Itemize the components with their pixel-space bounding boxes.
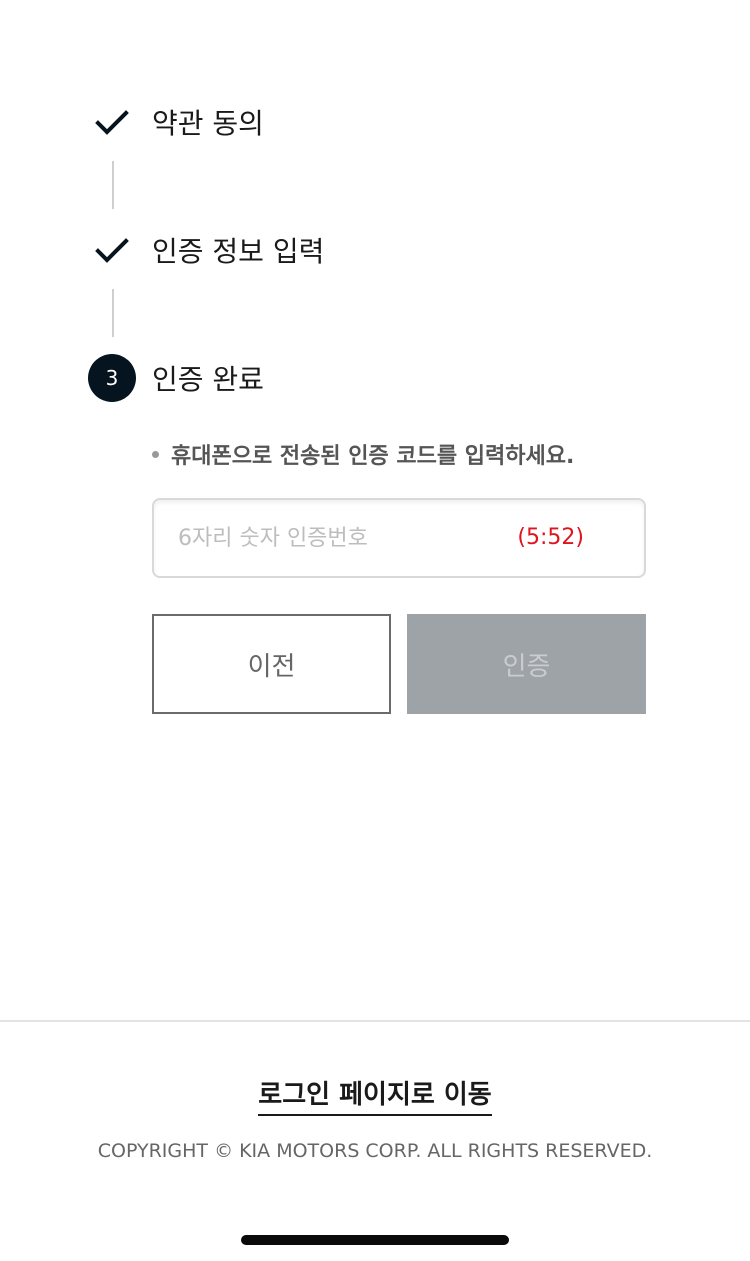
step-label: 약관 동의 bbox=[152, 107, 264, 140]
step-connector bbox=[112, 289, 114, 337]
prev-button[interactable]: 이전 bbox=[152, 614, 391, 714]
home-indicator[interactable] bbox=[241, 1235, 509, 1245]
check-icon bbox=[88, 226, 136, 274]
verification-code-field: (5:52) bbox=[152, 498, 646, 578]
verify-button[interactable]: 인증 bbox=[407, 614, 646, 714]
countdown-timer: (5:52) bbox=[517, 525, 584, 550]
copyright-text: COPYRIGHT © KIA MOTORS CORP. ALL RIGHTS … bbox=[97, 1140, 653, 1162]
step-auth-info: 인증 정보 입력 bbox=[88, 226, 324, 274]
footer-divider bbox=[0, 1020, 750, 1022]
instruction-text: 휴대폰으로 전송된 인증 코드를 입력하세요. bbox=[171, 444, 575, 469]
step-label: 인증 완료 bbox=[152, 363, 264, 396]
step-connector bbox=[112, 161, 114, 209]
go-to-login-link[interactable]: 로그인 페이지로 이동 bbox=[258, 1080, 492, 1116]
bullet-icon bbox=[152, 450, 159, 458]
verification-code-input[interactable] bbox=[178, 500, 498, 576]
step-terms-agreement: 약관 동의 bbox=[88, 98, 264, 146]
check-icon bbox=[88, 98, 136, 146]
login-link-container: 로그인 페이지로 이동 bbox=[0, 1074, 750, 1116]
step-auth-complete: 3 인증 완료 bbox=[88, 354, 264, 402]
verification-instruction: 휴대폰으로 전송된 인증 코드를 입력하세요. bbox=[152, 438, 574, 470]
step-number-badge: 3 bbox=[88, 354, 136, 402]
step-label: 인증 정보 입력 bbox=[152, 235, 325, 268]
